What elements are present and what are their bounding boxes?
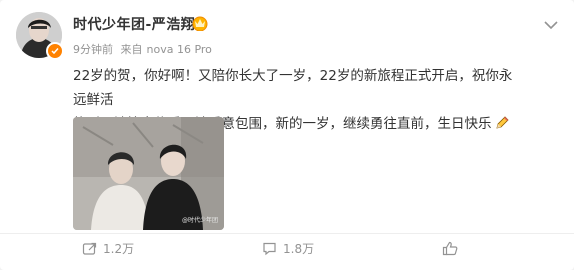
verified-icon xyxy=(46,42,64,60)
like-icon xyxy=(442,241,458,255)
repost-count: 1.2万 xyxy=(103,241,135,256)
post-meta: 9分钟前 来自 nova 16 Pro xyxy=(73,41,216,57)
avatar[interactable] xyxy=(16,12,64,60)
source-device: nova 16 Pro xyxy=(146,43,212,56)
pencil-emoji-icon xyxy=(494,115,510,131)
action-divider xyxy=(0,233,574,234)
like-button[interactable] xyxy=(442,236,464,260)
more-icon[interactable] xyxy=(544,15,558,30)
repost-icon xyxy=(82,242,97,255)
vip-crown-icon[interactable] xyxy=(191,15,209,32)
comment-button[interactable]: 1.8万 xyxy=(262,236,314,260)
post-photo[interactable]: @时代少年团 xyxy=(73,117,224,230)
weibo-post-card: 时代少年团-严浩翔 9分钟前 来自 nova 16 Pro 22岁的贺，你好啊！又… xyxy=(0,0,574,270)
post-text-line-1: 22岁的贺，你好啊！又陪你长大了一岁，22岁的新旅程正式开启，祝你永远鲜活 xyxy=(73,68,513,108)
post-time[interactable]: 9分钟前 xyxy=(73,43,113,56)
author-name[interactable]: 时代少年团-严浩翔 xyxy=(73,14,195,34)
source-prefix: 来自 xyxy=(120,43,143,56)
comment-icon xyxy=(263,242,276,255)
repost-button[interactable]: 1.2万 xyxy=(82,236,134,260)
photo-watermark: @时代少年团 xyxy=(181,217,218,224)
comment-count: 1.8万 xyxy=(283,241,315,256)
